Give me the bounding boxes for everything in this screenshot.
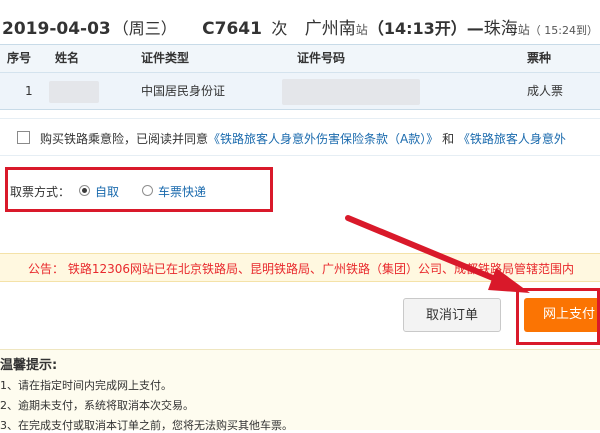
col-header-name: 姓名 (55, 51, 80, 65)
trip-header: 2019-04-03 （周三） C7641 次 广州南站（14:13开）—珠海站（… (2, 14, 598, 39)
insurance-terms-link-b[interactable]: 《铁路旅客人身意外 (458, 132, 566, 146)
arrival-station-word: 站 (517, 23, 530, 37)
departure-station-word: 站 (355, 23, 368, 37)
passenger-name-redacted (49, 81, 99, 103)
insurance-label: 购买铁路乘意险，已阅读并同意 (40, 132, 209, 146)
pay-highlight-box (516, 288, 600, 345)
passenger-table: 序号 姓名 证件类型 证件号码 票种 1 中国居民身份证 成人票 (0, 44, 600, 110)
col-header-no: 序号 (7, 51, 32, 65)
tip-item: 3、在完成支付或取消本订单之前，您将无法购买其他车票。 (0, 419, 293, 432)
row-no: 1 (25, 84, 33, 98)
insurance-line: 购买铁路乘意险，已阅读并同意《铁路旅客人身意外伤害保险条款（A款）》 和 《铁路… (0, 118, 600, 156)
train-number: C7641 (202, 19, 262, 39)
arrival-station: 珠海 (483, 19, 518, 39)
pickup-highlight-box (5, 167, 273, 212)
trip-weekday: （周三） (112, 19, 177, 38)
id-number-redacted (282, 79, 420, 105)
row-ticket-type: 成人票 (527, 84, 564, 98)
insurance-text: 购买铁路乘意险，已阅读并同意《铁路旅客人身意外伤害保险条款（A款）》 和 《铁路… (40, 130, 566, 147)
insurance-terms-link-a[interactable]: 《铁路旅客人身意外伤害保险条款（A款）》 (208, 132, 438, 146)
notice-text: 公告： 铁路12306网站已在北京铁路局、昆明铁路局、广州铁路（集团）公司、成都… (28, 262, 574, 276)
col-header-ticket-type: 票种 (527, 51, 552, 65)
tips-title: 温馨提示: (0, 358, 58, 373)
departure-time: （14:13开） (367, 19, 467, 38)
departure-station: 广州南 (304, 19, 356, 39)
tips-panel: 温馨提示: 1、请在指定时间内完成网上支付。 2、逾期未支付，系统将取消本次交易… (0, 349, 600, 432)
insurance-checkbox[interactable] (17, 131, 30, 144)
row-id-type: 中国居民身份证 (141, 84, 226, 98)
cancel-order-button[interactable]: 取消订单 (403, 298, 501, 332)
notice-bar: 公告： 铁路12306网站已在北京铁路局、昆明铁路局、广州铁路（集团）公司、成都… (0, 253, 600, 282)
train-suffix: 次 (271, 19, 288, 38)
table-row: 1 中国居民身份证 成人票 (0, 73, 600, 110)
insurance-and: 和 (442, 132, 455, 146)
table-header: 序号 姓名 证件类型 证件号码 票种 (0, 45, 600, 73)
tip-item: 1、请在指定时间内完成网上支付。 (0, 379, 172, 392)
trip-date: 2019-04-03 (2, 19, 111, 39)
route-dash: — (466, 19, 484, 39)
arrival-time: （ 15:24到） (529, 24, 598, 37)
tip-item: 2、逾期未支付，系统将取消本次交易。 (0, 399, 194, 412)
col-header-id-type: 证件类型 (141, 51, 190, 65)
col-header-id-number: 证件号码 (297, 51, 346, 65)
